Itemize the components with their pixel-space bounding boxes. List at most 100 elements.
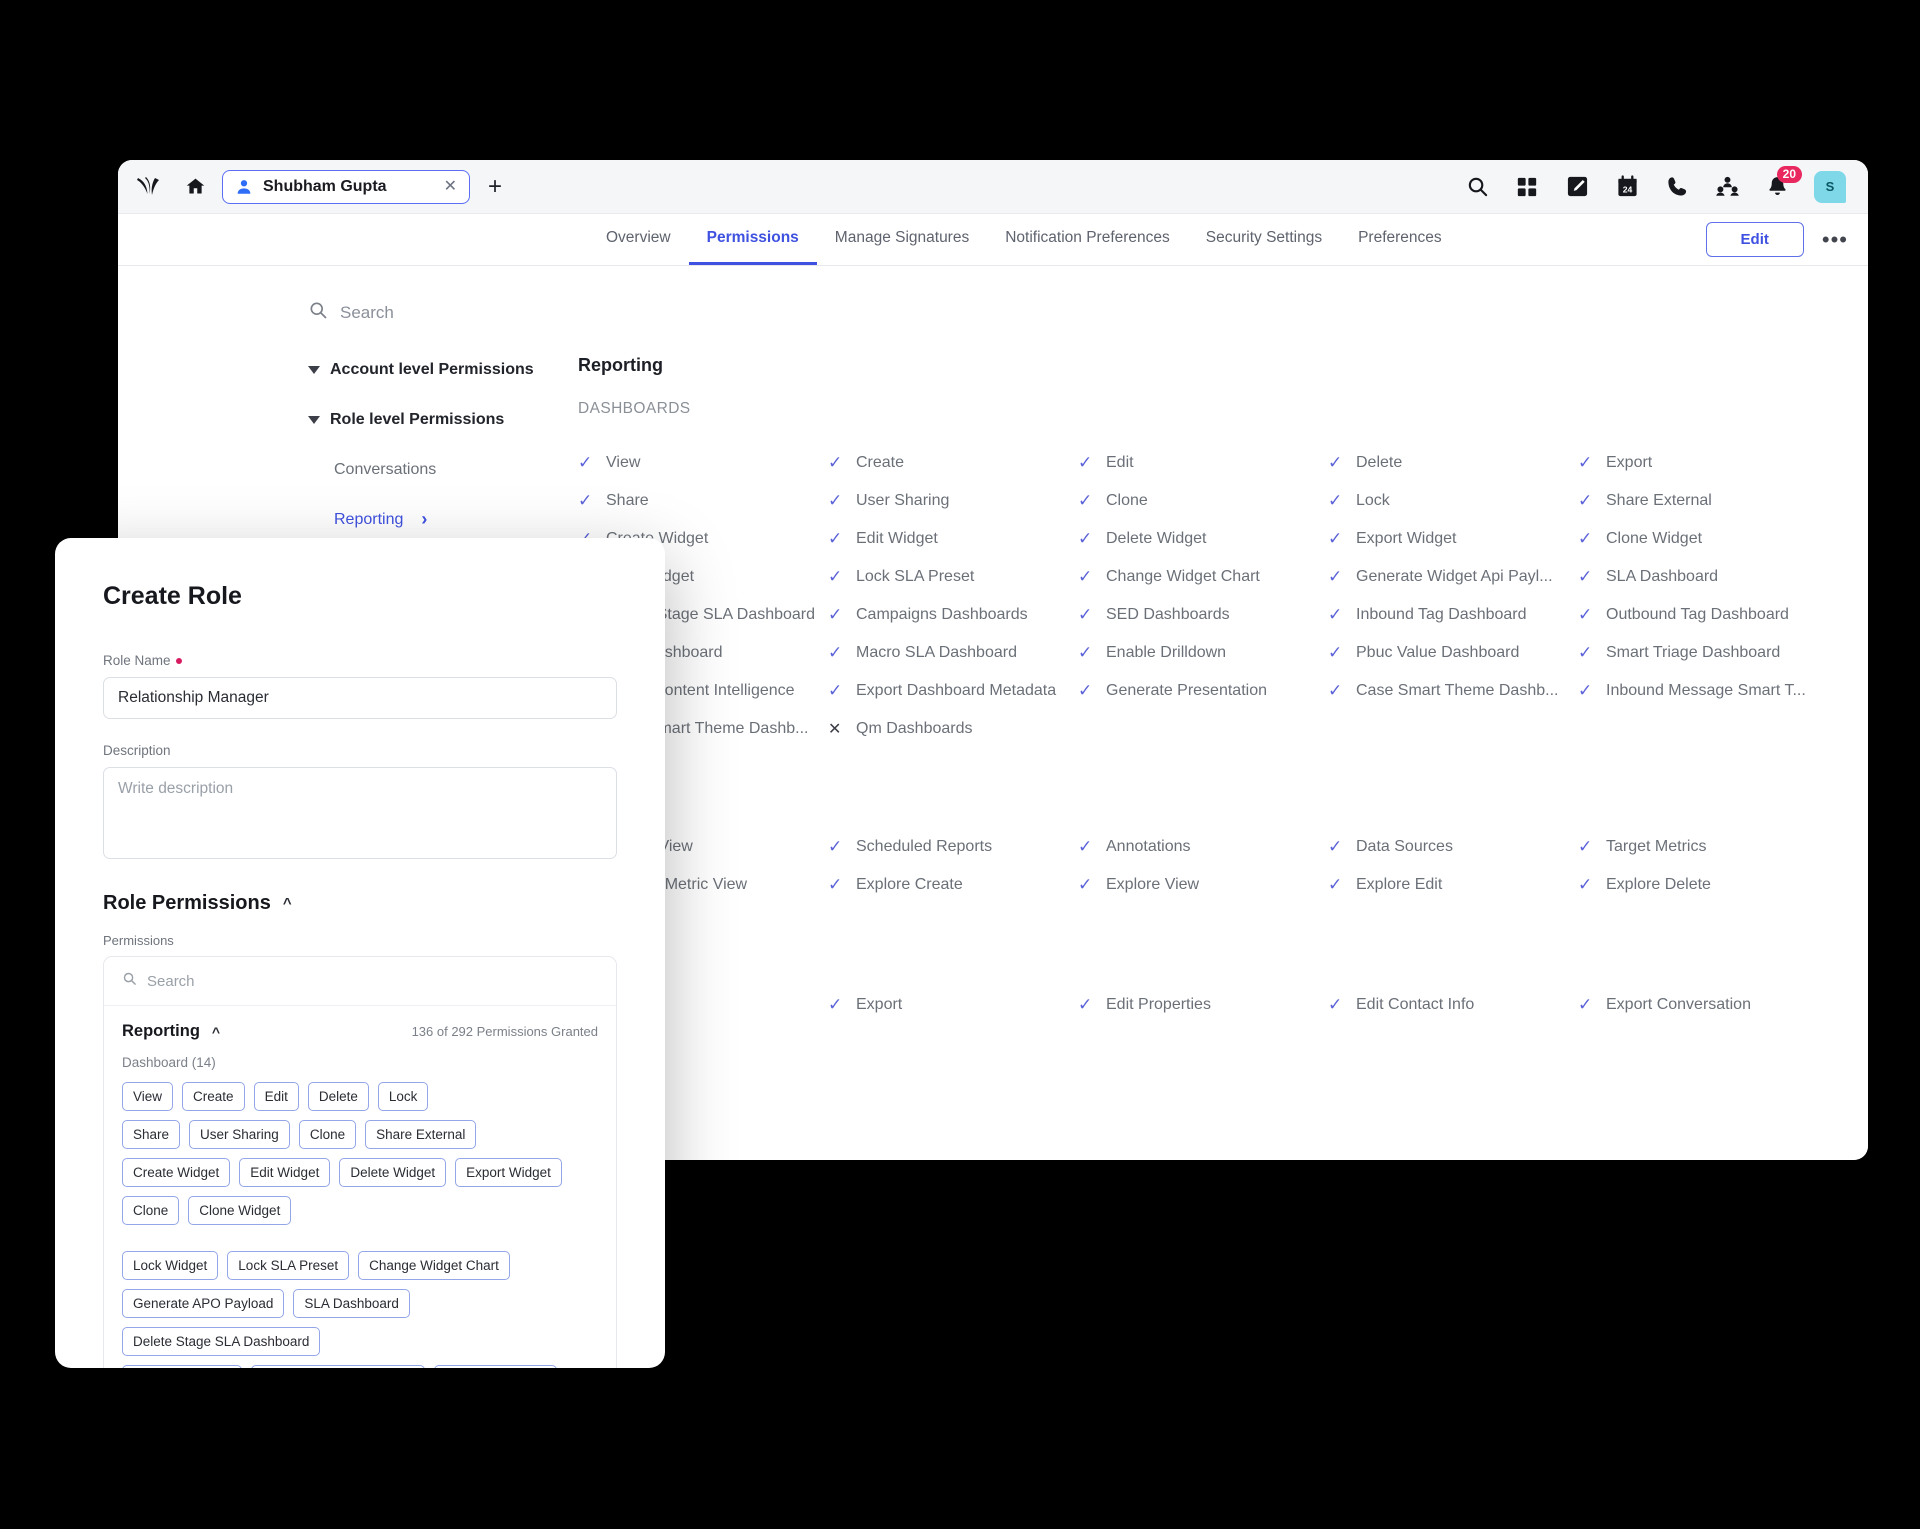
search-input[interactable]: Search <box>308 300 608 325</box>
tree-item-reporting[interactable]: Reporting › <box>334 509 578 530</box>
permission-item[interactable]: ✓ Share External <box>1578 482 1828 520</box>
permission-item[interactable]: ✓ Export Conversation <box>1578 986 1828 1024</box>
permission-item[interactable]: ✓ Lock SLA Preset <box>828 558 1078 596</box>
permission-chip[interactable]: SEO Dashboard <box>122 1365 243 1368</box>
permission-item[interactable]: ✓ Case Smart Theme Dashb... <box>1328 672 1578 710</box>
permission-item[interactable]: ✓ SLA Dashboard <box>1578 558 1828 596</box>
tab-permissions[interactable]: Permissions <box>688 214 817 265</box>
permission-chip[interactable]: Delete Stage SLA Dashboard <box>122 1327 321 1356</box>
tree-item-conversations[interactable]: Conversations <box>334 461 578 479</box>
permission-item[interactable]: ✓ Annotations <box>1078 828 1328 866</box>
permission-item[interactable]: ✓ Lock <box>1328 482 1578 520</box>
close-icon[interactable]: ✕ <box>442 178 459 195</box>
more-options-icon[interactable]: ••• <box>1822 228 1848 250</box>
permission-chip[interactable]: Share <box>122 1120 181 1149</box>
permission-chip[interactable]: Clone <box>298 1120 357 1149</box>
permission-chip[interactable]: Create Widget <box>122 1158 231 1187</box>
permission-chip[interactable]: Enable Drilldown <box>433 1365 557 1368</box>
permission-item[interactable]: ✓ Explore Delete <box>1578 866 1828 904</box>
permission-chip[interactable]: Share External <box>365 1120 477 1149</box>
permission-item[interactable]: ✓ Explore Create <box>828 866 1078 904</box>
phone-icon[interactable] <box>1664 174 1690 200</box>
permission-item[interactable]: ✓ Export Dashboard Metadata <box>828 672 1078 710</box>
tab-overview[interactable]: Overview <box>588 214 689 265</box>
permission-item[interactable]: ✓ Create <box>828 444 1078 482</box>
tab-notification-preferences[interactable]: Notification Preferences <box>987 214 1188 265</box>
permission-chip[interactable]: Delete Widget <box>339 1158 447 1187</box>
permission-chip[interactable]: Clone <box>122 1196 180 1225</box>
permission-item[interactable]: ✓ Macro SLA Dashboard <box>828 634 1078 672</box>
compose-icon[interactable] <box>1564 174 1590 200</box>
permission-group-header[interactable]: Reporting ^ 136 of 292 Permissions Grant… <box>122 1022 598 1041</box>
permission-item[interactable]: ✓ Campaigns Dashboards <box>828 596 1078 634</box>
calendar-icon[interactable]: 24 <box>1614 174 1640 200</box>
permission-item[interactable]: ✓ Export Widget <box>1328 520 1578 558</box>
permission-item[interactable]: ✓ Enable Drilldown <box>1078 634 1328 672</box>
tree-group-account-level[interactable]: Account level Permissions <box>308 361 578 379</box>
permission-chip[interactable]: Change Widget Chart <box>358 1251 510 1280</box>
permission-item[interactable]: ✓ Edit Properties <box>1078 986 1328 1024</box>
edit-button[interactable]: Edit <box>1705 222 1804 257</box>
chevron-up-icon[interactable]: ^ <box>212 1024 220 1040</box>
plus-icon[interactable]: + <box>488 174 502 199</box>
permission-chip[interactable]: Delete <box>307 1082 369 1111</box>
tree-group-role-level[interactable]: Role level Permissions <box>308 411 578 429</box>
permission-item[interactable]: ✓ Explore Edit <box>1328 866 1578 904</box>
permission-chip[interactable]: Lock <box>377 1082 429 1111</box>
permission-chip[interactable]: Create <box>182 1082 245 1111</box>
check-icon: ✓ <box>1328 837 1343 856</box>
permission-chip[interactable]: Generate APO Payload <box>122 1289 285 1318</box>
permission-item[interactable]: ✓ User Sharing <box>828 482 1078 520</box>
permission-item[interactable]: ✓ Edit Widget <box>828 520 1078 558</box>
team-icon[interactable] <box>1714 174 1740 200</box>
permission-item[interactable]: ✓ Change Widget Chart <box>1078 558 1328 596</box>
permission-item[interactable]: ✓ Outbound Tag Dashboard <box>1578 596 1828 634</box>
home-icon[interactable] <box>180 176 210 197</box>
browser-tab-active[interactable]: Shubham Gupta ✕ <box>222 169 470 204</box>
permission-chip[interactable]: SLA Dashboard <box>293 1289 410 1318</box>
search-icon[interactable] <box>1464 174 1490 200</box>
permission-item[interactable]: ✓ Edit <box>1078 444 1328 482</box>
permission-item[interactable]: ✓ Scheduled Reports <box>828 828 1078 866</box>
permission-item[interactable]: ✓ Data Sources <box>1328 828 1578 866</box>
role-name-input[interactable] <box>103 677 617 719</box>
permission-chip[interactable]: User Sharing <box>189 1120 290 1149</box>
permission-item[interactable]: ✓ SED Dashboards <box>1078 596 1328 634</box>
permissions-search-input[interactable]: Search <box>104 957 616 1006</box>
permission-chip[interactable]: Lock SLA Preset <box>227 1251 350 1280</box>
tab-preferences[interactable]: Preferences <box>1340 214 1460 265</box>
tab-manage-signatures[interactable]: Manage Signatures <box>817 214 987 265</box>
permission-item[interactable]: ✓ Inbound Message Smart T... <box>1578 672 1828 710</box>
permission-chip[interactable]: Export Widget <box>455 1158 562 1187</box>
permission-chip[interactable]: Edit <box>253 1082 299 1111</box>
permission-item[interactable]: ✓ Delete Widget <box>1078 520 1328 558</box>
description-textarea[interactable] <box>103 767 617 859</box>
notifications-bell-icon[interactable]: 20 <box>1764 165 1802 200</box>
permission-item[interactable]: ✓ Clone Widget <box>1578 520 1828 558</box>
permission-item[interactable]: ✓ Share <box>578 482 828 520</box>
permission-item[interactable]: ✕ Qm Dashboards <box>828 710 1078 748</box>
permission-item[interactable]: ✓ View <box>578 444 828 482</box>
permission-chip[interactable]: Edit Widget <box>239 1158 331 1187</box>
permission-chip[interactable]: Inbound Tage Dashboard <box>251 1365 425 1368</box>
role-permissions-header[interactable]: Role Permissions ^ <box>103 892 617 915</box>
permission-item[interactable]: ✓ Explore View <box>1078 866 1328 904</box>
permission-chip[interactable]: Clone Widget <box>188 1196 292 1225</box>
permission-item[interactable]: ✓ Pbuc Value Dashboard <box>1328 634 1578 672</box>
permission-chip[interactable]: Lock Widget <box>122 1251 219 1280</box>
permission-item[interactable]: ✓ Inbound Tag Dashboard <box>1328 596 1578 634</box>
permission-item[interactable]: ✓ Generate Presentation <box>1078 672 1328 710</box>
permission-item[interactable]: ✓ Smart Triage Dashboard <box>1578 634 1828 672</box>
permission-item[interactable]: ✓ Target Metrics <box>1578 828 1828 866</box>
permission-item[interactable]: ✓ Export <box>828 986 1078 1024</box>
user-avatar[interactable]: S <box>1814 170 1846 203</box>
permission-item[interactable]: ✓ Delete <box>1328 444 1578 482</box>
chevron-up-icon[interactable]: ^ <box>283 895 292 912</box>
permission-item[interactable]: ✓ Edit Contact Info <box>1328 986 1578 1024</box>
apps-grid-icon[interactable] <box>1514 174 1540 200</box>
permission-item[interactable]: ✓ Generate Widget Api Payl... <box>1328 558 1578 596</box>
permission-chip[interactable]: View <box>122 1082 174 1111</box>
tab-security-settings[interactable]: Security Settings <box>1188 214 1340 265</box>
permission-item[interactable]: ✓ Export <box>1578 444 1828 482</box>
permission-item[interactable]: ✓ Clone <box>1078 482 1328 520</box>
